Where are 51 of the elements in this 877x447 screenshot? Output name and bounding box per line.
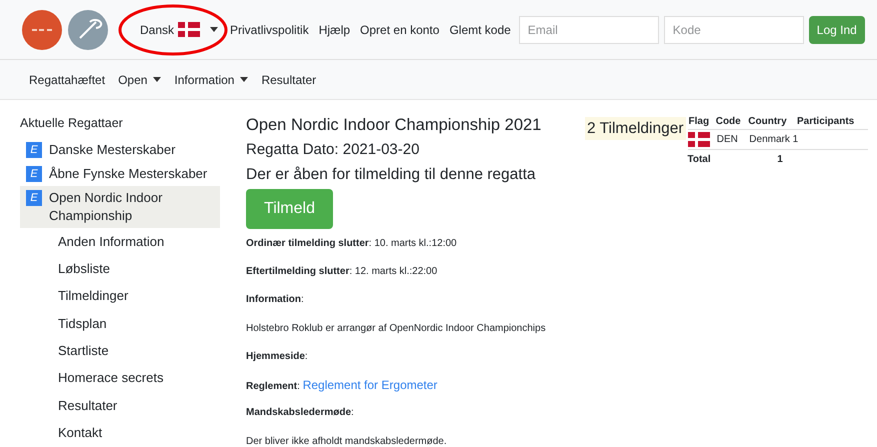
nav-menu-item[interactable]: Information [174, 70, 248, 88]
registrations-count: 2 Tilmeldinger [585, 117, 686, 140]
rules-link[interactable]: Reglement for Ergometer [302, 378, 438, 392]
header-link[interactable]: Opret en konto [360, 20, 440, 38]
caret-icon [210, 27, 218, 32]
table-header: Country [747, 114, 796, 130]
flag-icon [688, 132, 710, 147]
email-field[interactable]: Email [518, 16, 659, 44]
sidebar-item[interactable]: E Open Nordic Indoor Championship [20, 186, 220, 228]
header-link[interactable]: Privatlivspolitik [230, 20, 309, 38]
sidebar-subitem[interactable]: Tidsplan [20, 310, 220, 338]
info-text: Hjemmeside: [246, 350, 308, 364]
sidebar-subitem[interactable]: Resultater [20, 392, 220, 420]
table-cell: 1 [747, 150, 868, 169]
table-cell: Total [688, 150, 748, 169]
rower-logo [68, 10, 108, 50]
regatta-date: Regatta Dato: 2021-03-20 [246, 140, 420, 160]
flag-icon [178, 22, 200, 37]
header-link[interactable]: Glemt kode [449, 20, 511, 38]
sidebar-subitem[interactable]: Startliste [20, 337, 220, 364]
sidebar-title: Aktuelle Regattaer [20, 115, 124, 132]
sidebar-subitem[interactable]: Løbsliste [20, 255, 220, 283]
password-field[interactable]: Kode [664, 16, 804, 44]
table-header: Participants [796, 114, 868, 130]
table-cell: DEN [714, 130, 748, 150]
sidebar-item[interactable]: E Danske Mesterskaber [20, 138, 220, 162]
sidebar-subitem[interactable]: Anden Information [20, 228, 220, 256]
table-header: Code [714, 114, 748, 130]
info-text: Eftertilmelding slutter: 12. marts kl.:22:00 [246, 264, 438, 279]
nav-menu-item[interactable]: Resultater [261, 70, 316, 88]
info-text: Reglement: Reglement for Ergometer [246, 376, 438, 394]
header-link[interactable]: Hjælp [318, 20, 350, 38]
event-badge: E [26, 166, 42, 182]
info-text: Information: [246, 293, 304, 308]
info-text: Der bliver ikke afholdt mandskabsledermøde. [246, 434, 447, 447]
table-cell: Denmark 1 [747, 130, 868, 150]
info-text: Ordinær tilmelding slutter: 10. marts kl.:12:00 [246, 236, 457, 251]
nav-menu-item[interactable]: Open [118, 70, 162, 88]
info-text: Mandskabsledermøde: [246, 406, 354, 420]
table-header: Flag [688, 114, 715, 130]
event-badge: E [26, 190, 42, 206]
open-notice: Der er åben for tilmelding til denne regatta [246, 165, 536, 185]
sidebar-subitem[interactable]: Tilmeldinger [20, 282, 220, 310]
club-logo [22, 10, 62, 50]
sidebar-subitem[interactable]: Kontakt [20, 419, 220, 446]
info-text: Holstebro Roklub er arrangør af OpenNordic Indoor Championchips [246, 322, 546, 336]
event-badge: E [26, 142, 42, 158]
regatta-title: Open Nordic Indoor Championship 2021 [246, 115, 542, 136]
sidebar-subitem[interactable]: Homerace secrets [20, 364, 220, 392]
nav-menu-item[interactable]: Regattahæftet [29, 70, 106, 88]
sidebar-item[interactable]: E Åbne Fynske Mesterskaber [20, 162, 220, 186]
